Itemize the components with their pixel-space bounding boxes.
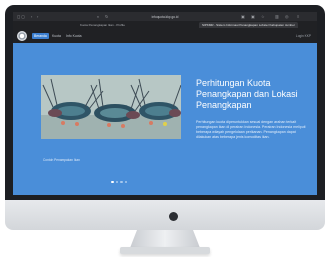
carousel-dot[interactable] [124, 180, 127, 183]
back-icon[interactable]: ‹ [31, 14, 32, 19]
login-link[interactable]: Login KKP [296, 33, 311, 39]
shield-icon[interactable]: ◐ [97, 14, 99, 19]
forward-icon[interactable]: › [37, 14, 38, 19]
window-controls-icon[interactable]: ◻ ◻ [17, 14, 25, 19]
carousel-dot[interactable] [120, 180, 123, 183]
browser-toolbar: ◻ ◻ ‹ › ◐ ↻ infoquota.kkp.go.id ▣ ▣ ☆ ▥ … [13, 12, 317, 21]
address-bar[interactable]: infoquota.kkp.go.id [123, 14, 207, 20]
carousel-dot[interactable] [111, 180, 114, 183]
bookmark-icon[interactable]: ☆ [261, 14, 265, 19]
browser-tab-active[interactable]: SIPKMR - Sistem Informasi Penangkapan Lo… [199, 22, 298, 28]
extensions-icon[interactable]: ▣ [251, 14, 255, 19]
hero-title: Perhitungan Kuota Penangkapan dan Lokasi… [196, 78, 298, 110]
monitor-chin [5, 200, 325, 230]
nav-item-kuota[interactable]: Kuota [50, 33, 63, 39]
screen: ◻ ◻ ‹ › ◐ ↻ infoquota.kkp.go.id ▣ ▣ ☆ ▥ … [13, 12, 317, 195]
image-caption: Contoh Penampakan Ikan [43, 158, 80, 162]
lobster-photo-illustration [41, 75, 181, 139]
monitor-stand-base [120, 247, 210, 254]
site-logo[interactable] [17, 31, 27, 41]
carousel-dot[interactable] [115, 180, 118, 183]
sidebar-icon[interactable]: ▥ [275, 14, 279, 19]
tab-strip: Kuota Penangkapan Ikan - Profile SIPKMR … [13, 21, 317, 29]
monitor-logo-dot [169, 212, 178, 221]
menu-icon[interactable]: ≡ [297, 14, 299, 19]
site-navbar: Beranda Kuota Info Kuota Login KKP [13, 29, 317, 43]
nav-item-info-kuota[interactable]: Info Kuota [64, 33, 83, 39]
monitor: ◻ ◻ ‹ › ◐ ↻ infoquota.kkp.go.id ▣ ▣ ☆ ▥ … [5, 5, 325, 230]
carousel-indicators [111, 170, 129, 188]
profile-icon[interactable]: ◎ [285, 14, 289, 19]
hero-description: Perhitungan kuota diperuntukkan sesuai d… [196, 120, 306, 139]
browser-tab[interactable]: Kuota Penangkapan Ikan - Profile [77, 22, 150, 28]
monitor-stand-neck [130, 230, 200, 248]
hero-image [41, 75, 181, 139]
refresh-icon[interactable]: ↻ [105, 14, 108, 19]
nav-item-beranda[interactable]: Beranda [32, 33, 49, 39]
extensions-icon[interactable]: ▣ [241, 14, 245, 19]
